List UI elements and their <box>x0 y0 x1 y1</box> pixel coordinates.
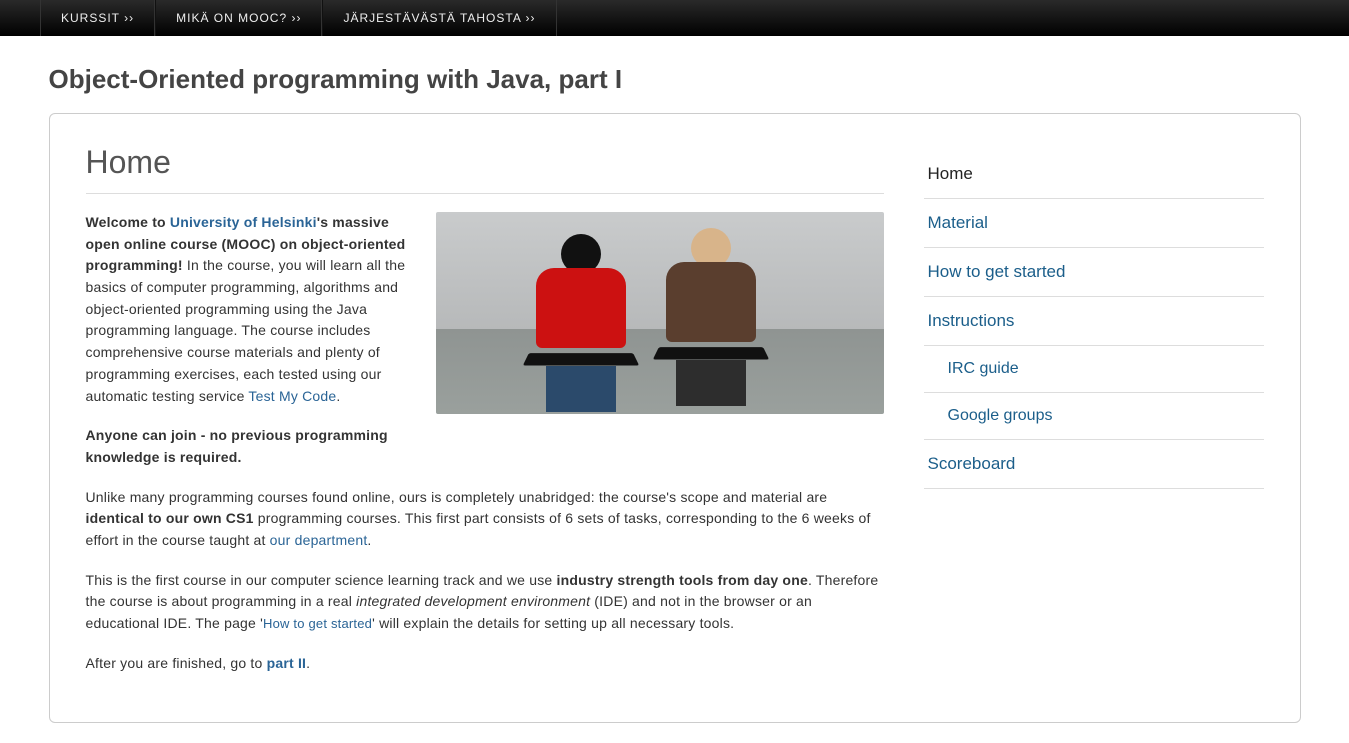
how-to-get-started-link[interactable]: How to get started <box>263 616 372 631</box>
content-frame: Home Welcome to University of Helsinki's… <box>49 113 1301 723</box>
part-ii-link[interactable]: part II <box>267 655 307 671</box>
main-column: Home Welcome to University of Helsinki's… <box>86 144 884 692</box>
department-link[interactable]: our department <box>270 532 368 548</box>
test-my-code-link[interactable]: Test My Code <box>248 388 336 404</box>
tools-paragraph: This is the first course in our computer… <box>86 570 884 635</box>
hero-image <box>436 212 884 414</box>
topbar-link-kurssit[interactable]: KURSSIT ›› <box>40 0 155 36</box>
heading-rule <box>86 193 884 194</box>
sidebar-item-material[interactable]: Material <box>924 199 1264 248</box>
sidebar-item-home[interactable]: Home <box>924 150 1264 199</box>
main-heading: Home <box>86 144 884 181</box>
sidebar-item-google-groups[interactable]: Google groups <box>924 393 1264 440</box>
unabridged-paragraph: Unlike many programming courses found on… <box>86 487 884 552</box>
part2-paragraph: After you are finished, go to part II. <box>86 653 884 675</box>
university-link[interactable]: University of Helsinki <box>170 214 317 230</box>
page-title: Object-Oriented programming with Java, p… <box>49 64 1301 95</box>
topbar-link-jarjestavasta[interactable]: JÄRJESTÄVÄSTÄ TAHOSTA ›› <box>322 0 556 36</box>
sidebar-item-irc-guide[interactable]: IRC guide <box>924 346 1264 393</box>
sidebar-item-scoreboard[interactable]: Scoreboard <box>924 440 1264 489</box>
anyone-paragraph: Anyone can join - no previous programmin… <box>86 425 884 468</box>
sidebar-item-instructions[interactable]: Instructions <box>924 297 1264 346</box>
sidebar: Home Material How to get started Instruc… <box>924 144 1264 692</box>
topbar: KURSSIT ›› MIKÄ ON MOOC? ›› JÄRJESTÄVÄST… <box>0 0 1349 36</box>
sidebar-item-how-to-get-started[interactable]: How to get started <box>924 248 1264 297</box>
topbar-link-mika-on-mooc[interactable]: MIKÄ ON MOOC? ›› <box>155 0 322 36</box>
